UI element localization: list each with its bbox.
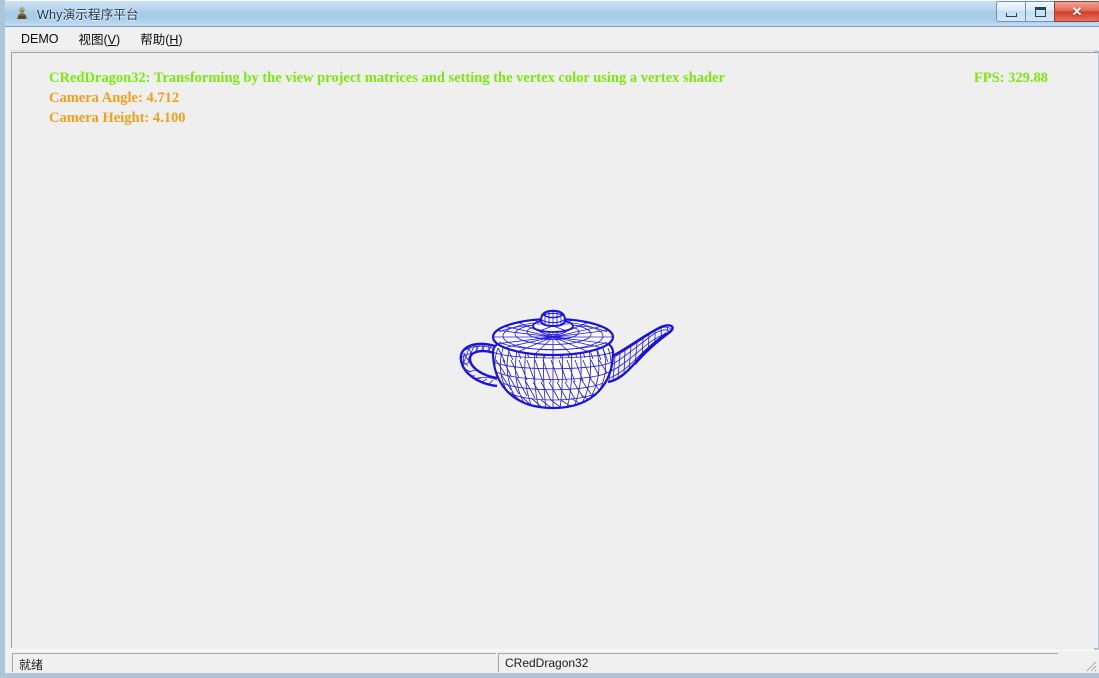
status-pane-classname: CRedDragon32 (498, 653, 1058, 672)
menu-item-view-accel: V (107, 33, 117, 47)
application-window: Why演示程序平台 ✕ DEMO 视图(V) 帮助(H) CRedDragon3… (0, 0, 1099, 678)
menu-item-view-suffix: ) (116, 33, 121, 47)
render-viewport[interactable]: CRedDragon32: Transforming by the view p… (11, 52, 1098, 648)
menu-item-view[interactable]: 视图(V) (70, 26, 130, 51)
close-icon: ✕ (1071, 4, 1083, 19)
window-controls: ✕ (996, 1, 1099, 22)
menu-item-help[interactable]: 帮助(H) (131, 26, 191, 51)
menu-item-help-suffix: ) (178, 33, 183, 47)
menu-item-help-label: 帮助( (140, 33, 170, 47)
status-bar: 就绪 CRedDragon32 (10, 650, 1099, 673)
menu-item-demo-label: DEMO (21, 31, 59, 46)
menu-item-demo[interactable]: DEMO (12, 29, 68, 49)
maximize-button[interactable] (1025, 1, 1054, 22)
menu-item-view-label: 视图( (78, 33, 108, 47)
hud-title-line: CRedDragon32: Transforming by the view p… (49, 70, 725, 86)
teapot-wireframe-model (449, 290, 689, 440)
title-bar[interactable]: Why演示程序平台 ✕ (5, 0, 1099, 27)
maximize-icon (1035, 7, 1046, 17)
menu-bar: DEMO 视图(V) 帮助(H) (10, 27, 1099, 51)
minimize-icon (1006, 13, 1017, 17)
resize-grip-icon[interactable] (1082, 657, 1097, 672)
status-pane-ready: 就绪 (12, 653, 496, 672)
window-title: Why演示程序平台 (37, 8, 139, 22)
hud-camera-angle: Camera Angle: 4.712 (49, 90, 180, 106)
close-button[interactable]: ✕ (1054, 1, 1099, 22)
hud-camera-height: Camera Height: 4.100 (49, 110, 186, 126)
screen-root: Why演示程序平台 ✕ DEMO 视图(V) 帮助(H) CRedDragon3… (0, 0, 1099, 678)
app-person-icon (14, 5, 30, 21)
hud-fps-label: FPS: 329.88 (973, 70, 1048, 86)
minimize-button[interactable] (996, 1, 1025, 22)
